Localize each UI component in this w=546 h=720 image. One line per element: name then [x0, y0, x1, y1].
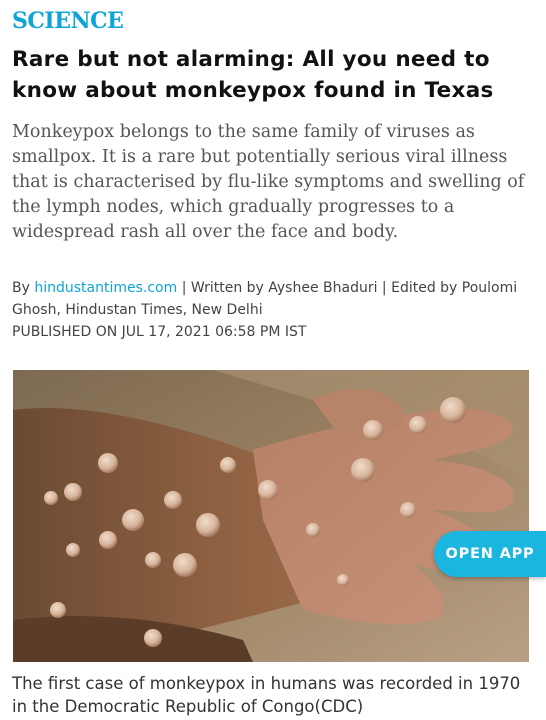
article-summary: Monkeypox belongs to the same family of …	[12, 122, 525, 242]
byline-prefix: By	[12, 280, 30, 296]
article-photo	[13, 370, 529, 662]
monkeypox-hand-image	[13, 370, 529, 662]
published-date: PUBLISHED ON JUL 17, 2021 06:58 PM IST	[12, 324, 307, 340]
image-caption: The first case of monkeypox in humans wa…	[12, 674, 521, 716]
article-headline: Rare but not alarming: All you need to k…	[12, 47, 494, 103]
open-app-button[interactable]: OPEN APP	[434, 531, 546, 577]
article-byline: By hindustantimes.com | Written by Ayshe…	[12, 277, 537, 343]
section-label[interactable]: SCIENCE	[12, 8, 124, 34]
source-link[interactable]: hindustantimes.com	[34, 280, 177, 296]
